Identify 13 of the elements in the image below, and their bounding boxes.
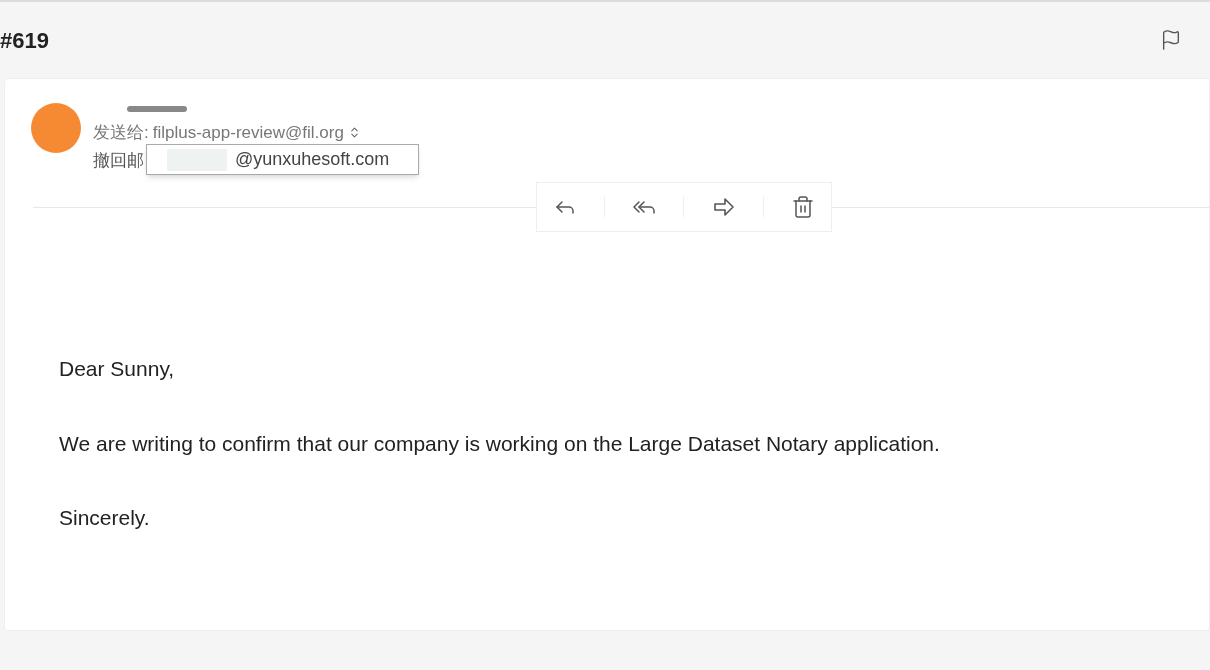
forward-icon	[711, 195, 736, 219]
flag-icon	[1160, 29, 1182, 51]
body-paragraph: We are writing to confirm that our company is working on the Large Dataset Notary application.	[59, 430, 941, 457]
avatar	[31, 103, 81, 153]
body-paragraph: Dear Sunny,	[59, 356, 176, 382]
tooltip-text: @yunxuhesoft.com	[235, 148, 390, 171]
body-paragraph: Sincerely.	[59, 505, 151, 531]
recall-label: 撤回邮	[93, 149, 144, 172]
redacted-name	[127, 106, 187, 112]
ticket-title: #619	[0, 26, 49, 55]
recipient-label: 发送给:	[93, 122, 149, 144]
trash-icon	[791, 195, 816, 219]
recipient-address: filplus-app-review@fil.org	[152, 122, 344, 144]
